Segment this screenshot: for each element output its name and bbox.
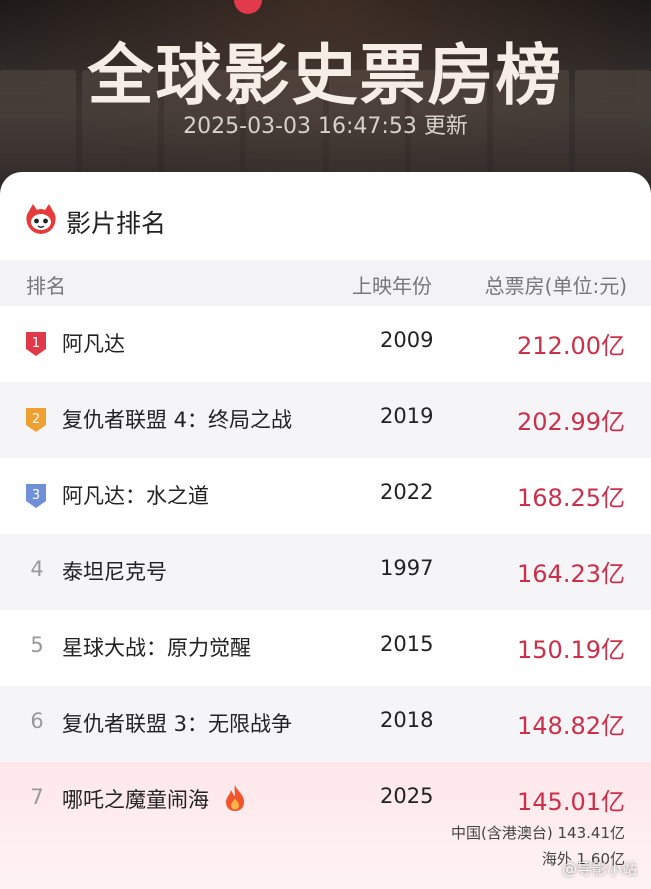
table-header: 排名 上映年份 总票房(单位:元) [0, 260, 651, 306]
rank-number: 4 [30, 557, 44, 581]
rank-badge-icon: 1 [26, 332, 46, 356]
table-row[interactable]: 5 星球大战：原力觉醒 2015 150.19亿 [0, 610, 651, 686]
release-year: 2025 [380, 784, 434, 808]
svg-text:3: 3 [32, 488, 40, 503]
svg-text:1: 1 [32, 336, 40, 351]
hero-banner: 全球影史票房榜 2025-03-03 16:47:53 更新 [0, 0, 651, 200]
rank-badge-icon: 2 [26, 408, 46, 432]
release-year: 2019 [380, 404, 434, 428]
table-row[interactable]: 3 阿凡达：水之道 2022 168.25亿 [0, 458, 651, 534]
rank-number: 6 [30, 709, 44, 733]
table-row[interactable]: 2 复仇者联盟 4：终局之战 2019 202.99亿 [0, 382, 651, 458]
watermark: @导影小站 [561, 860, 637, 878]
card-header: 影片排名 [0, 172, 651, 260]
movie-title: 复仇者联盟 4：终局之战 [62, 408, 293, 432]
movie-title: 复仇者联盟 3：无限战争 [62, 712, 293, 736]
card-title: 影片排名 [66, 209, 167, 238]
table-row[interactable]: 1 阿凡达 2009 212.00亿 [0, 306, 651, 382]
release-year: 2015 [380, 632, 434, 656]
release-year: 2009 [380, 328, 434, 352]
movie-title: 哪吒之魔童闹海 [62, 788, 209, 812]
box-office-gross: 148.82亿 [517, 712, 625, 740]
fire-icon [226, 785, 244, 811]
column-gross: 总票房(单位:元) [484, 274, 627, 298]
movie-title: 星球大战：原力觉醒 [62, 636, 251, 660]
update-timestamp: 2025-03-03 16:47:53 更新 [183, 114, 468, 139]
movie-title: 阿凡达 [62, 332, 125, 356]
box-office-gross: 212.00亿 [517, 332, 625, 360]
release-year: 2022 [380, 480, 434, 504]
box-office-gross: 145.01亿 [517, 788, 625, 816]
column-year: 上映年份 [352, 274, 432, 298]
page-title: 全球影史票房榜 [87, 37, 564, 114]
movie-title: 阿凡达：水之道 [62, 484, 209, 508]
domestic-gross: 中国(含港澳台) 143.41亿 [451, 824, 625, 842]
cat-logo-icon [26, 204, 56, 234]
release-year: 1997 [380, 556, 434, 580]
rank-badge-icon: 3 [26, 484, 46, 508]
ranking-list: 1 阿凡达 2009 212.00亿 2 复仇者联盟 4：终局之战 2019 2… [0, 306, 651, 889]
release-year: 2018 [380, 708, 434, 732]
column-rank: 排名 [26, 274, 66, 298]
table-row[interactable]: 4 泰坦尼克号 1997 164.23亿 [0, 534, 651, 610]
box-office-gross: 164.23亿 [517, 560, 625, 588]
ranking-card: 影片排名 排名 上映年份 总票房(单位:元) 1 阿凡达 2009 212.00… [0, 172, 651, 889]
table-row-highlighted[interactable]: 7 哪吒之魔童闹海 2025 145.01亿 中国(含港澳台) 143.41亿 … [0, 762, 651, 889]
box-office-gross: 150.19亿 [517, 636, 625, 664]
box-office-gross: 202.99亿 [517, 408, 625, 436]
logo-dot-icon [234, 0, 262, 14]
rank-number: 7 [30, 785, 44, 809]
movie-title: 泰坦尼克号 [62, 560, 167, 584]
svg-text:2: 2 [32, 412, 40, 427]
box-office-gross: 168.25亿 [517, 484, 625, 512]
table-row[interactable]: 6 复仇者联盟 3：无限战争 2018 148.82亿 [0, 686, 651, 762]
rank-number: 5 [30, 633, 44, 657]
